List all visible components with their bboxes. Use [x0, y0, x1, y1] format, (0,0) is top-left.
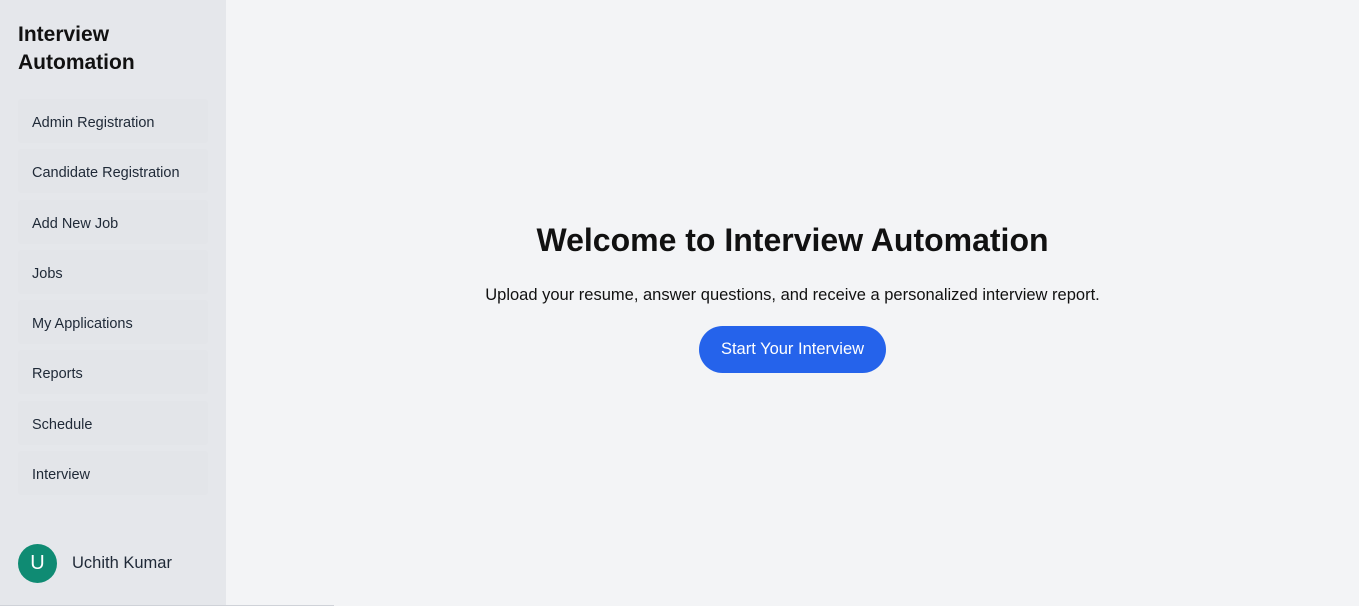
- main-content: Welcome to Interview Automation Upload y…: [226, 0, 1359, 606]
- user-profile[interactable]: U Uchith Kumar: [18, 544, 172, 583]
- sidebar-item-candidate-registration[interactable]: Candidate Registration: [18, 149, 208, 194]
- avatar: U: [18, 544, 57, 583]
- sidebar-item-admin-registration[interactable]: Admin Registration: [18, 99, 208, 143]
- app-root: Interview Automation Admin Registration …: [0, 0, 1359, 606]
- page-subtitle: Upload your resume, answer questions, an…: [485, 286, 1100, 304]
- sidebar-item-my-applications[interactable]: My Applications: [18, 300, 208, 345]
- sidebar-item-add-new-job[interactable]: Add New Job: [18, 199, 208, 244]
- app-brand: Interview Automation: [18, 23, 135, 74]
- sidebar-item-reports[interactable]: Reports: [18, 350, 208, 395]
- sidebar: Interview Automation Admin Registration …: [0, 0, 226, 606]
- page-title: Welcome to Interview Automation: [536, 222, 1049, 258]
- welcome-hero: Welcome to Interview Automation Upload y…: [226, 218, 1359, 373]
- start-interview-button[interactable]: Start Your Interview: [698, 326, 887, 373]
- sidebar-item-jobs[interactable]: Jobs: [18, 249, 208, 294]
- sidebar-item-schedule[interactable]: Schedule: [18, 400, 208, 445]
- sidebar-item-interview[interactable]: Interview: [18, 451, 208, 496]
- user-name: Uchith Kumar: [72, 554, 172, 572]
- sidebar-nav: Admin Registration Candidate Registratio…: [18, 99, 208, 501]
